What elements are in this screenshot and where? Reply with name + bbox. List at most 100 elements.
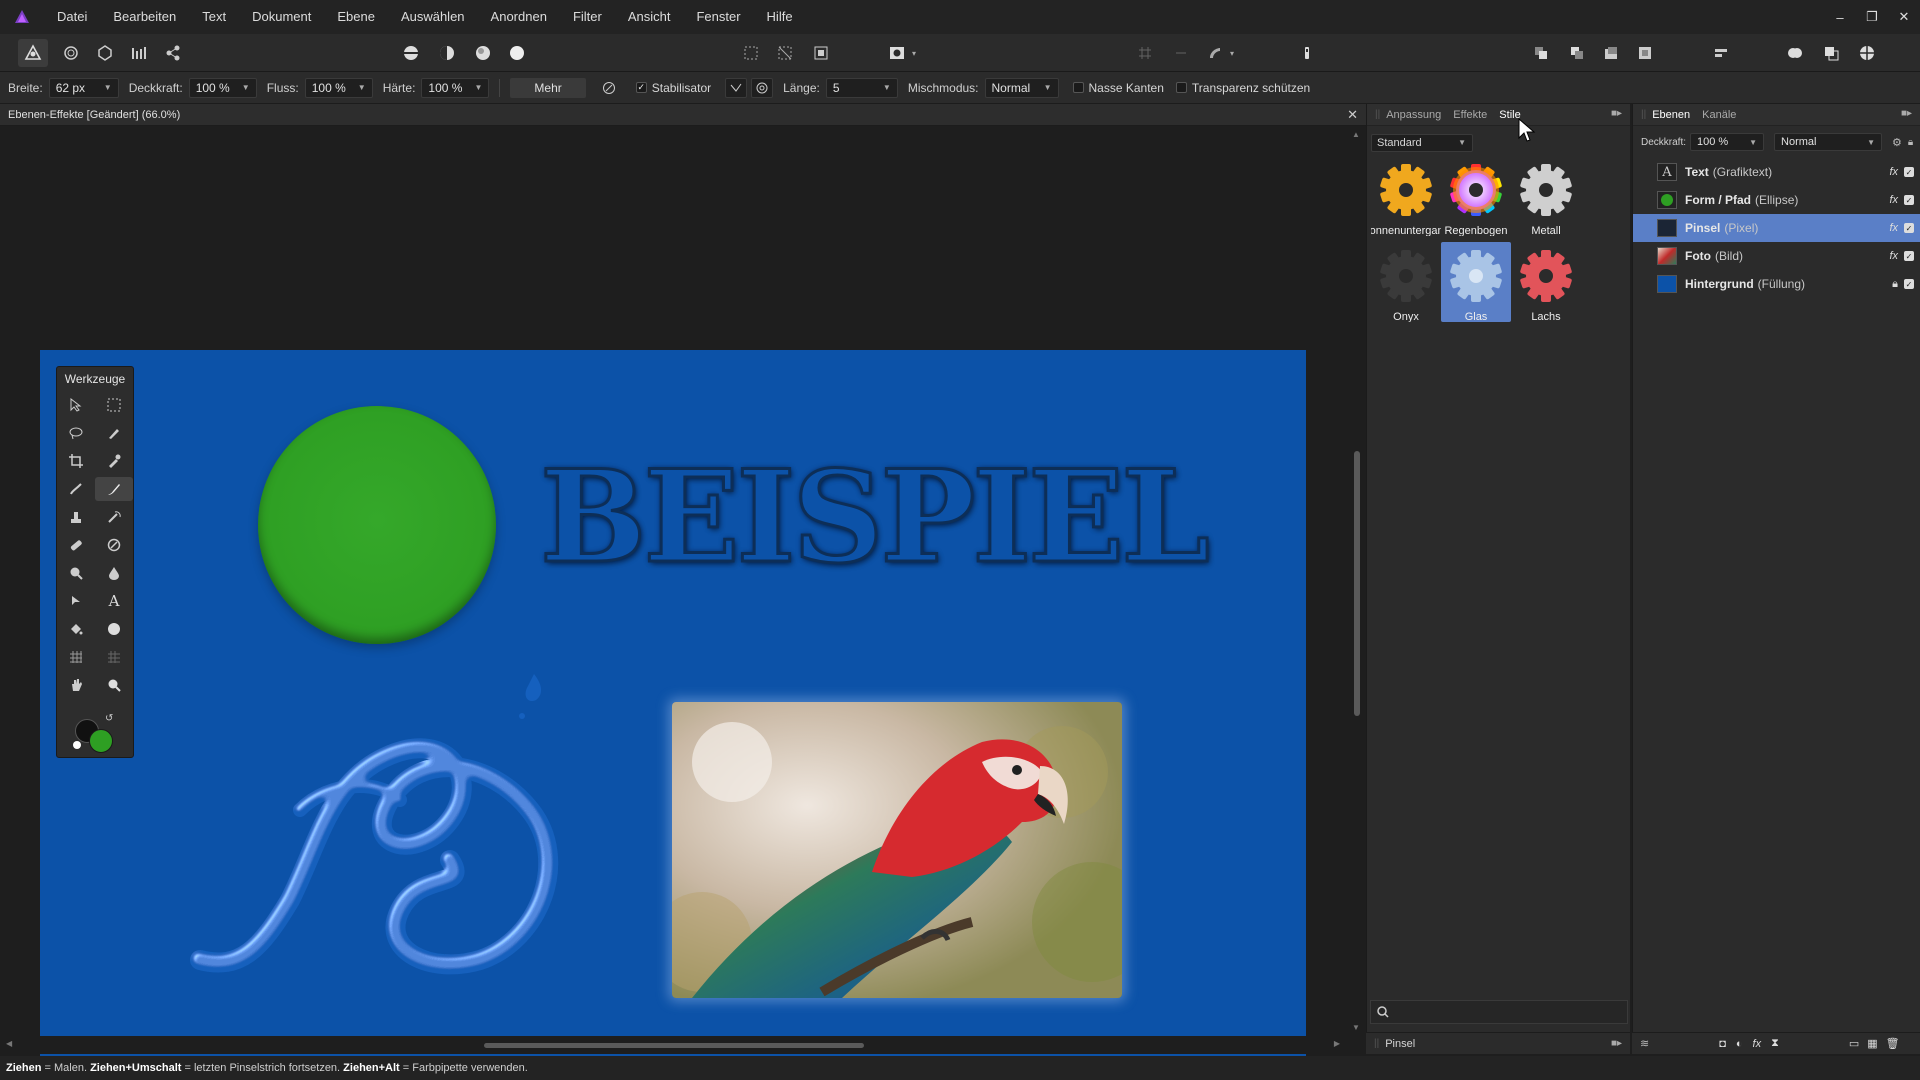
move-to-back-icon[interactable]	[1632, 41, 1658, 65]
menu-ansicht[interactable]: Ansicht	[615, 0, 684, 34]
more-button[interactable]: Mehr	[510, 77, 586, 98]
mask-layer-icon[interactable]: ◘	[1719, 1038, 1726, 1050]
clone-brush-tool-icon[interactable]	[57, 505, 95, 529]
vertical-scroll-thumb[interactable]	[1354, 451, 1360, 716]
scroll-down-icon[interactable]: ▼	[1352, 1023, 1360, 1032]
tab-layers[interactable]: Ebenen	[1652, 109, 1690, 121]
photo-persona-icon[interactable]	[18, 39, 48, 67]
tab-effects[interactable]: Effekte	[1453, 109, 1487, 121]
snapping-dropdown-icon[interactable]: ▾	[1226, 41, 1238, 65]
adjustment-layer-icon[interactable]: ◐	[1736, 1038, 1743, 1050]
close-document-icon[interactable]: ✕	[1347, 107, 1358, 123]
panel-grip-icon[interactable]: ||	[1374, 1038, 1379, 1049]
green-ellipse-shape[interactable]	[258, 406, 496, 644]
style-preset-metall[interactable]: Metall	[1511, 156, 1581, 236]
fx-icon[interactable]: fx	[1889, 166, 1898, 178]
vertical-scrollbar[interactable]: ▲ ▼	[1348, 126, 1366, 1036]
style-preset-sonnenuntergang[interactable]: Sonnenuntergang	[1371, 156, 1441, 236]
horizontal-scrollbar[interactable]: ◀ ▶	[0, 1036, 1346, 1054]
selection-brush-tool-icon[interactable]	[95, 421, 133, 445]
select-all-icon[interactable]	[738, 41, 764, 65]
undo-brush-tool-icon[interactable]	[95, 505, 133, 529]
invert-selection-icon[interactable]	[808, 41, 834, 65]
style-preset-glas[interactable]: Glas	[1441, 242, 1511, 322]
move-to-front-icon[interactable]	[1528, 41, 1554, 65]
export-persona-icon[interactable]	[160, 41, 186, 65]
width-field[interactable]: 62 px ▼	[48, 77, 119, 98]
minimize-icon[interactable]: –	[1832, 10, 1848, 25]
wet-edges-checkbox[interactable]	[1072, 82, 1084, 93]
menu-auswählen[interactable]: Auswählen	[388, 0, 478, 34]
zoom-tool-icon[interactable]	[95, 673, 133, 697]
layer-row[interactable]: A Text (Grafiktext) fx ✓	[1633, 158, 1920, 186]
style-category-select[interactable]: Standard ▼	[1371, 134, 1473, 152]
layer-visibility-checkbox[interactable]: ✓	[1904, 167, 1914, 177]
fx-icon[interactable]: fx	[1889, 250, 1898, 262]
artistic-text-tool-icon[interactable]: A	[95, 589, 133, 613]
style-preset-onyx[interactable]: Onyx	[1371, 242, 1441, 322]
lock-icon[interactable]: 🔒︎	[1892, 278, 1898, 291]
tab-channels[interactable]: Kanäle	[1702, 109, 1736, 121]
layer-row[interactable]: Pinsel (Pixel) fx ✓	[1633, 214, 1920, 242]
menu-bearbeiten[interactable]: Bearbeiten	[100, 0, 189, 34]
healing-brush-tool-icon[interactable]	[57, 533, 95, 557]
assistant-icon[interactable]	[1294, 41, 1320, 65]
pressure-icon[interactable]	[598, 78, 620, 98]
close-window-icon[interactable]: ✕	[1896, 9, 1912, 25]
tab-adjustments[interactable]: Anpassung	[1386, 109, 1441, 121]
rope-mode-icon[interactable]	[725, 77, 748, 98]
quick-mask-dropdown-icon[interactable]: ▾	[908, 41, 920, 65]
layer-blend-select[interactable]: Normal ▼	[1774, 133, 1883, 151]
auto-levels-icon[interactable]	[398, 41, 424, 65]
paint-mixer-brush-tool-icon[interactable]	[57, 477, 95, 501]
red-eye-tool-icon[interactable]	[95, 533, 133, 557]
brush-stroke[interactable]	[150, 660, 620, 1000]
menu-filter[interactable]: Filter	[560, 0, 615, 34]
add-pixel-layer-icon[interactable]: ▦	[1867, 1037, 1877, 1050]
view-tool-icon[interactable]	[57, 673, 95, 697]
tone-mapping-persona-icon[interactable]	[126, 41, 152, 65]
liquify-persona-icon[interactable]	[58, 41, 84, 65]
quick-mask-icon[interactable]	[884, 41, 910, 65]
panel-grip-icon[interactable]: ||	[1375, 109, 1380, 120]
menu-datei[interactable]: Datei	[44, 0, 100, 34]
panel-menu-icon[interactable]: ■▸	[1901, 108, 1912, 119]
menu-hilfe[interactable]: Hilfe	[754, 0, 806, 34]
horizontal-scroll-thumb[interactable]	[484, 1043, 864, 1048]
layer-row[interactable]: Foto (Bild) fx ✓	[1633, 242, 1920, 270]
perspective-tool-icon[interactable]	[95, 645, 133, 669]
mesh-warp-tool-icon[interactable]	[57, 645, 95, 669]
ellipse-tool-icon[interactable]	[95, 617, 133, 641]
menu-dokument[interactable]: Dokument	[239, 0, 324, 34]
layer-visibility-checkbox[interactable]: ✓	[1904, 195, 1914, 205]
headline-text[interactable]: BEISPIEL	[539, 453, 1212, 582]
paint-brush-tool-icon[interactable]	[95, 477, 133, 501]
auto-colors-icon[interactable]	[470, 41, 496, 65]
canvas-area[interactable]: BEISPIEL Werkzeuge A ↺	[0, 126, 1346, 1062]
swap-colors-icon[interactable]: ↺	[105, 713, 113, 724]
auto-contrast-icon[interactable]	[434, 41, 460, 65]
color-well[interactable]: ↺	[73, 713, 119, 755]
document-tab[interactable]: Ebenen-Effekte [Geändert] (66.0%) ✕	[0, 104, 1366, 126]
move-back-icon[interactable]	[1598, 41, 1624, 65]
stabilizer-checkbox[interactable]: ✓	[635, 82, 647, 93]
panel-grip-icon[interactable]: ||	[1641, 109, 1646, 120]
layers-stack-icon[interactable]: ≋	[1640, 1037, 1649, 1050]
layer-visibility-checkbox[interactable]: ✓	[1904, 223, 1914, 233]
menu-fenster[interactable]: Fenster	[683, 0, 753, 34]
fx-icon[interactable]: fx	[1889, 194, 1898, 206]
layer-visibility-checkbox[interactable]: ✓	[1904, 251, 1914, 261]
panel-menu-icon[interactable]: ■▸	[1611, 1038, 1622, 1049]
styles-search-box[interactable]	[1370, 1000, 1628, 1024]
flow-field[interactable]: 100 % ▼	[304, 77, 373, 98]
layer-row[interactable]: Hintergrund (Füllung) 🔒︎ ✓	[1633, 270, 1920, 298]
restore-icon[interactable]: ❐	[1864, 9, 1880, 25]
scroll-up-icon[interactable]: ▲	[1352, 130, 1360, 139]
style-preset-lachs[interactable]: Lachs	[1511, 242, 1581, 322]
deselect-icon[interactable]	[772, 41, 798, 65]
scroll-right-icon[interactable]: ▶	[1334, 1039, 1340, 1048]
menu-ebene[interactable]: Ebene	[324, 0, 388, 34]
align-icon[interactable]	[1708, 41, 1734, 65]
length-field[interactable]: 5 ▼	[825, 77, 898, 98]
protect-alpha-toggle[interactable]: Transparenz schützen	[1175, 81, 1310, 95]
